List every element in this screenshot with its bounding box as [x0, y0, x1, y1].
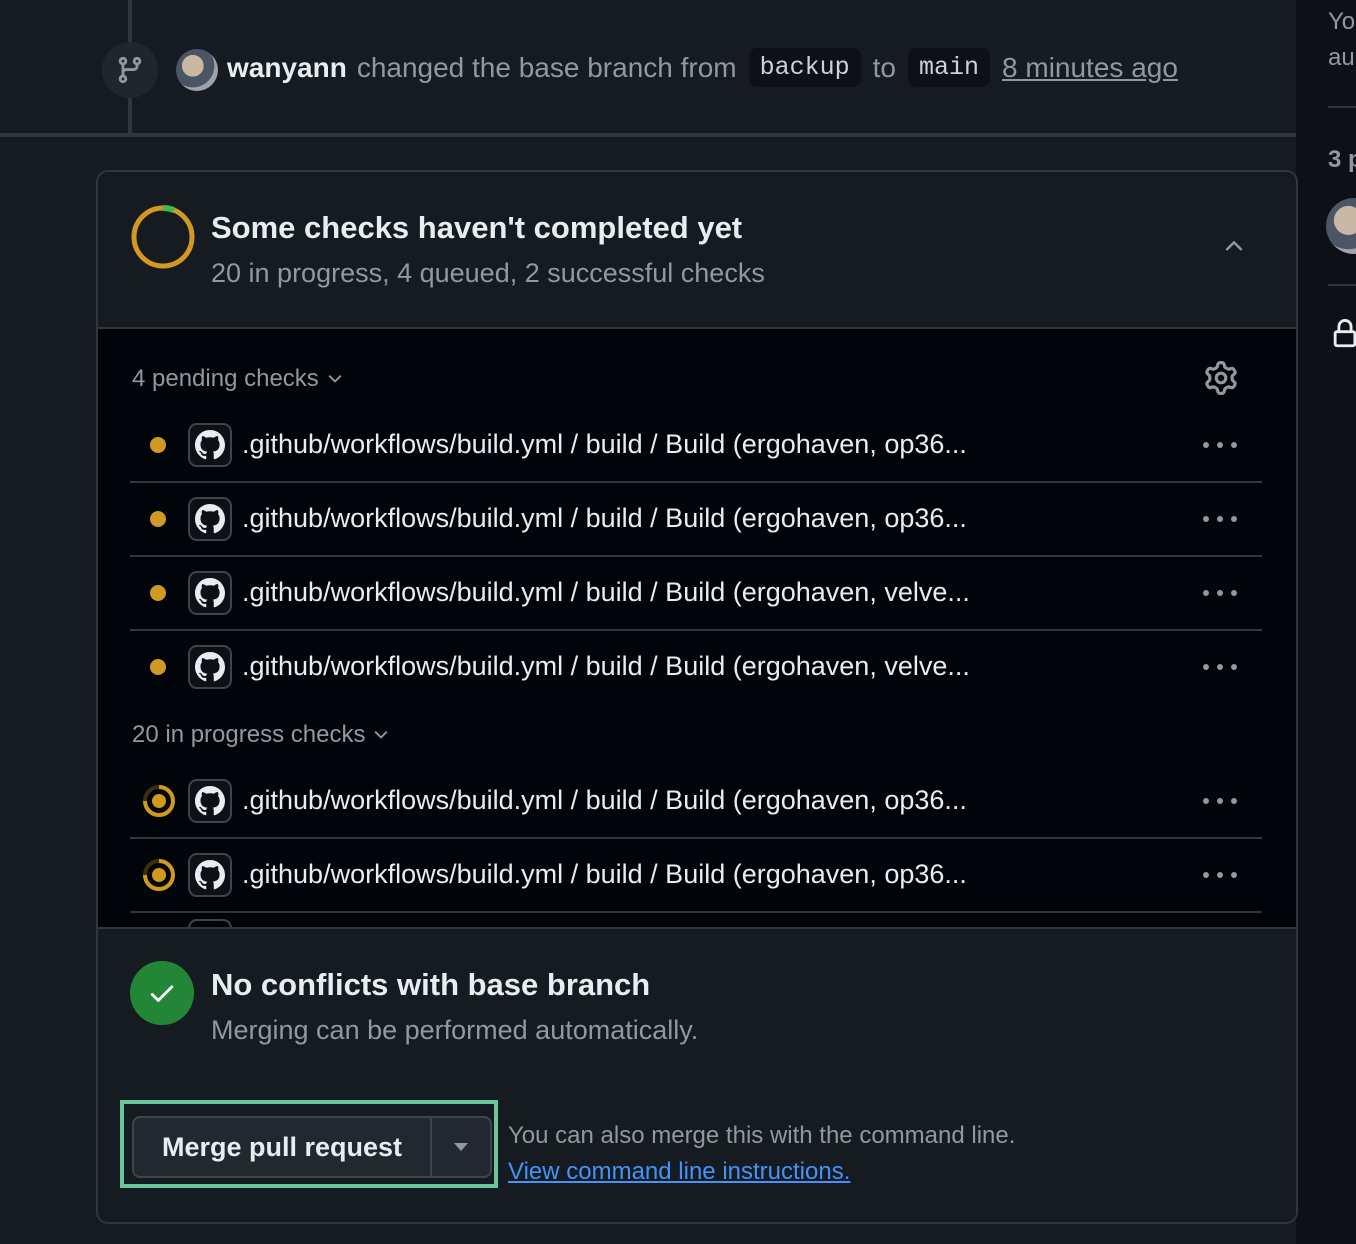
in-progress-checks-toggle[interactable]: 20 in progress checks	[132, 721, 391, 749]
conflicts-title: No conflicts with base branch	[211, 967, 651, 1002]
github-logo-icon	[188, 853, 232, 897]
check-name[interactable]: .github/workflows/build.yml / build / Bu…	[242, 651, 970, 682]
merge-box: Some checks haven't completed yet 20 in …	[96, 170, 1298, 1224]
cli-hint-text: You can also merge this with the command…	[508, 1122, 1016, 1149]
lock-icon[interactable]	[1330, 318, 1356, 355]
to-branch-chip[interactable]: main	[908, 48, 991, 87]
check-row[interactable]: .github/workflows/build.yml / build / Bu…	[130, 557, 1262, 631]
check-name[interactable]: .github/workflows/build.yml / build / Bu…	[242, 577, 970, 608]
pending-checks-toggle[interactable]: 4 pending checks	[132, 365, 345, 393]
check-icon	[130, 961, 194, 1025]
github-logo-icon	[188, 779, 232, 823]
kebab-horizontal-icon[interactable]	[1200, 431, 1240, 459]
sidebar-divider-2	[1328, 284, 1356, 286]
chevron-down-icon	[328, 375, 342, 383]
github-logo-icon	[188, 571, 232, 615]
event-text: wanyann changed the base branch from bac…	[227, 48, 1178, 87]
base-branch-change-event: wanyann changed the base branch from bac…	[0, 0, 1296, 136]
sidebar-text-line1: Yo	[1328, 8, 1356, 35]
check-row[interactable]: .github/workflows/build.yml / build / Bu…	[130, 765, 1262, 839]
check-name[interactable]: .github/workflows/build.yml / build / Bu…	[242, 859, 967, 890]
kebab-horizontal-icon[interactable]	[1200, 653, 1240, 681]
checks-status-ring-icon	[131, 205, 195, 269]
event-connector-text: to	[872, 51, 896, 83]
triangle-down-icon	[454, 1143, 468, 1151]
checks-summary: 20 in progress, 4 queued, 2 successful c…	[211, 258, 765, 288]
kebab-horizontal-icon[interactable]	[1200, 505, 1240, 533]
kebab-horizontal-icon[interactable]	[1200, 579, 1240, 607]
check-row[interactable]: .github/workflows/build.yml / build / Bu…	[130, 839, 1262, 913]
pending-status-dot	[150, 585, 166, 601]
gear-icon[interactable]	[1204, 361, 1240, 397]
checks-header: Some checks haven't completed yet 20 in …	[98, 172, 1296, 329]
right-sidebar: Yo au 3 p	[1296, 0, 1356, 1244]
conflicts-subtitle: Merging can be performed automatically.	[211, 1015, 699, 1045]
timeline-divider	[0, 133, 1296, 137]
checks-list: 4 pending checks .github/workflows/build…	[98, 329, 1296, 927]
pending-status-dot	[150, 511, 166, 527]
in-progress-spinner-icon	[143, 785, 175, 817]
merge-footer: Merge pull request You can also merge th…	[98, 1084, 1296, 1222]
event-action-text: changed the base branch from	[356, 51, 737, 83]
merge-options-dropdown[interactable]	[432, 1118, 490, 1176]
pending-status-dot	[150, 437, 166, 453]
check-name[interactable]: .github/workflows/build.yml / build / Bu…	[242, 503, 967, 534]
merge-pull-request-button[interactable]: Merge pull request	[134, 1118, 432, 1176]
check-row-cutoff	[188, 919, 232, 927]
in-progress-checks-label: 20 in progress checks	[132, 721, 366, 748]
checks-title: Some checks haven't completed yet	[211, 210, 743, 245]
in-progress-spinner-icon	[143, 859, 175, 891]
event-user-link[interactable]: wanyann	[227, 52, 347, 84]
github-logo-icon	[188, 497, 232, 541]
pending-status-dot	[150, 659, 166, 675]
conflicts-section: No conflicts with base branch Merging ca…	[98, 927, 1296, 1086]
chevron-up-icon[interactable]	[1216, 228, 1252, 264]
sidebar-participants-count: 3 p	[1328, 146, 1356, 173]
chevron-down-icon	[375, 731, 388, 739]
github-logo-icon	[188, 423, 232, 467]
sidebar-divider	[1328, 106, 1356, 108]
sidebar-text-line2: au	[1328, 44, 1355, 71]
check-row[interactable]: .github/workflows/build.yml / build / Bu…	[130, 631, 1262, 703]
check-row[interactable]: .github/workflows/build.yml / build / Bu…	[130, 409, 1262, 483]
cli-instructions-link[interactable]: View command line instructions.	[508, 1158, 850, 1186]
kebab-horizontal-icon[interactable]	[1200, 861, 1240, 889]
from-branch-chip[interactable]: backup	[748, 48, 861, 87]
git-branch-icon	[102, 42, 158, 98]
avatar[interactable]	[176, 49, 218, 91]
kebab-horizontal-icon[interactable]	[1200, 787, 1240, 815]
check-name[interactable]: .github/workflows/build.yml / build / Bu…	[242, 785, 967, 816]
check-name[interactable]: .github/workflows/build.yml / build / Bu…	[242, 429, 967, 460]
merge-button-group: Merge pull request	[132, 1116, 492, 1178]
pending-checks-label: 4 pending checks	[132, 365, 319, 392]
check-row[interactable]: .github/workflows/build.yml / build / Bu…	[130, 483, 1262, 557]
sidebar-avatar[interactable]	[1326, 198, 1356, 254]
event-timestamp-link[interactable]: 8 minutes ago	[1002, 52, 1178, 84]
github-logo-icon	[188, 645, 232, 689]
